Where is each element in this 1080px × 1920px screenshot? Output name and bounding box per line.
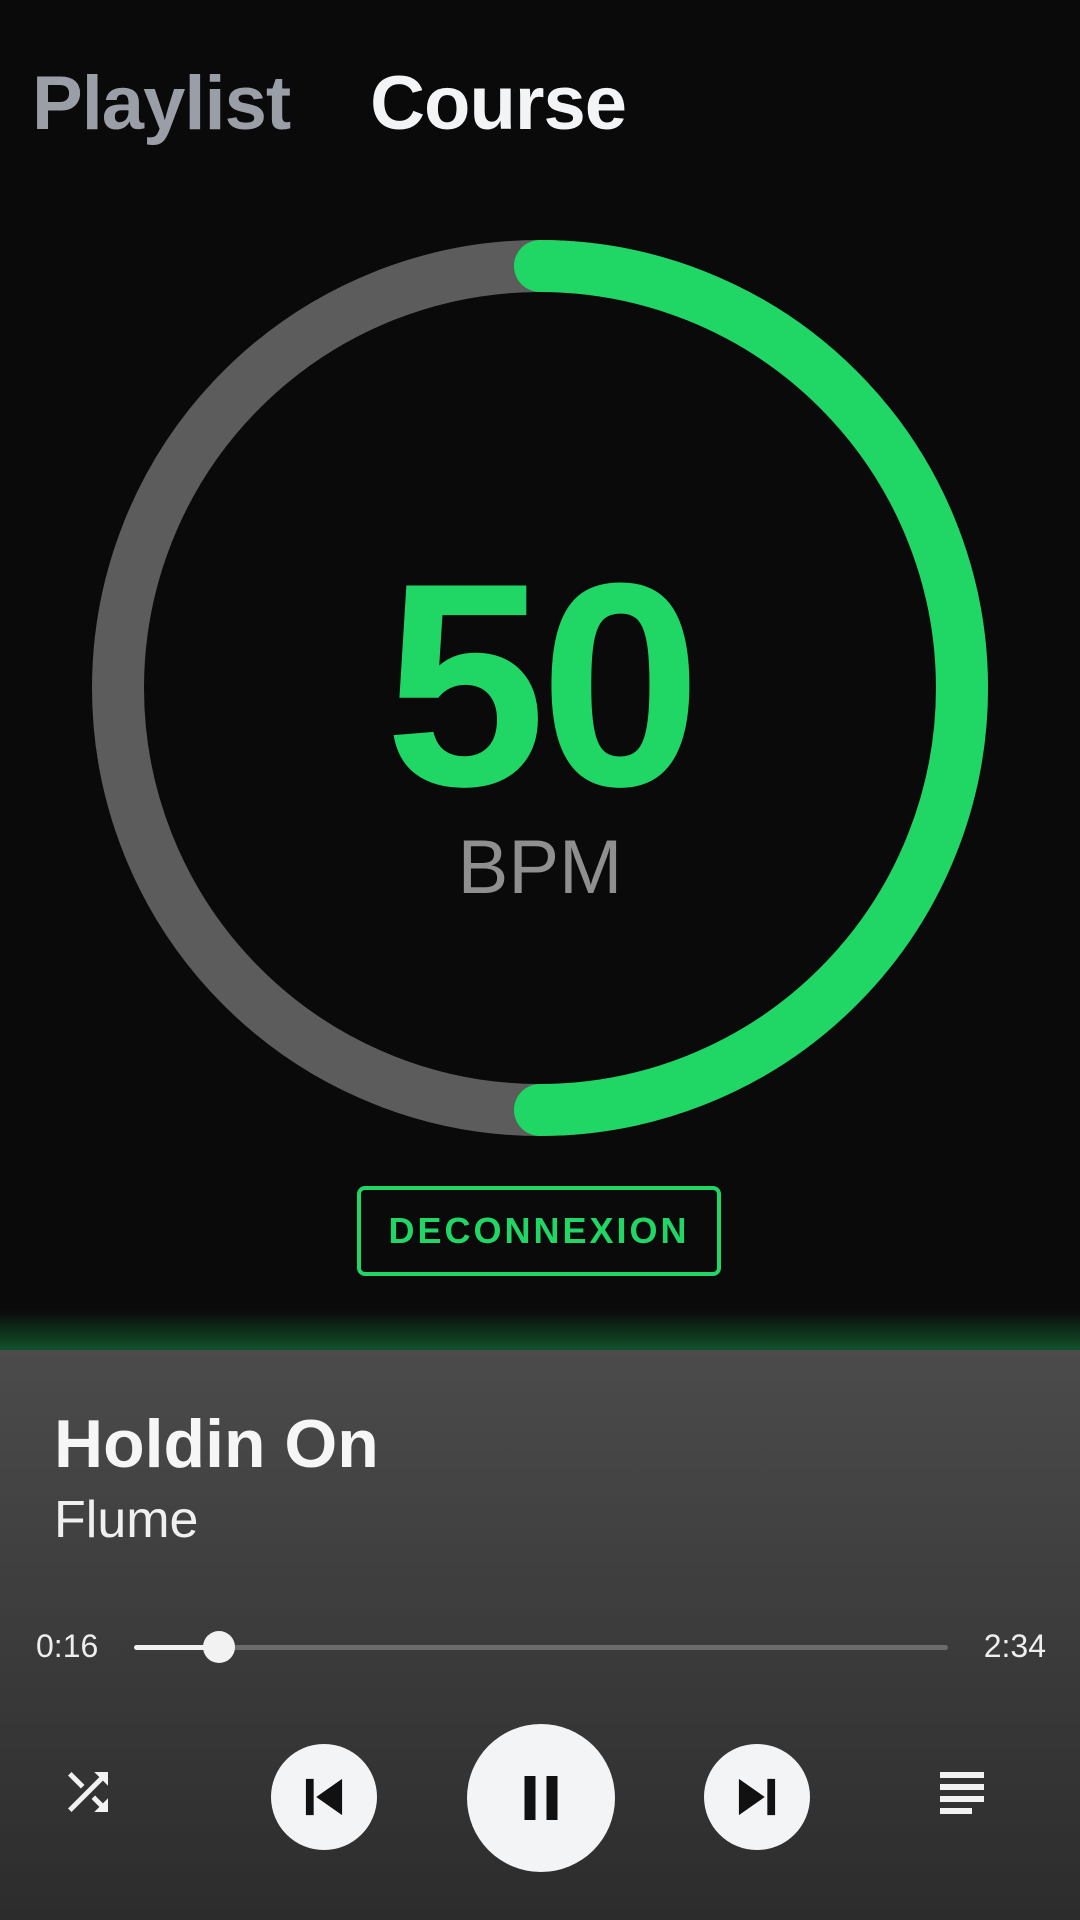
seek-bar[interactable]: [134, 1631, 948, 1663]
course-screen: Playlist Course 50 BPM DECONNEXION: [0, 0, 1080, 1348]
skip-next-icon: [738, 1778, 776, 1816]
elapsed-time: 0:16: [36, 1628, 99, 1664]
skip-previous-icon: [305, 1778, 343, 1816]
queue-icon: [940, 1772, 984, 1814]
pause-icon: [524, 1776, 558, 1820]
total-duration: 2:34: [983, 1628, 1046, 1664]
previous-track-button[interactable]: [271, 1744, 377, 1850]
now-playing-panel: Holdin On Flume 0:16 2:34: [0, 1350, 1080, 1920]
bpm-value: 50: [384, 523, 702, 847]
bpm-unit-label: BPM: [457, 825, 623, 910]
play-pause-button[interactable]: [467, 1724, 615, 1872]
shuffle-button[interactable]: [54, 1758, 122, 1826]
track-title: Holdin On: [54, 1406, 379, 1482]
track-artist: Flume: [54, 1491, 199, 1549]
disconnect-button[interactable]: DECONNEXION: [357, 1186, 721, 1276]
next-track-button[interactable]: [704, 1744, 810, 1850]
queue-button[interactable]: [930, 1760, 994, 1824]
seek-bar-thumb[interactable]: [202, 1631, 235, 1663]
player-glow: [0, 1310, 1080, 1350]
shuffle-icon: [68, 1772, 108, 1812]
